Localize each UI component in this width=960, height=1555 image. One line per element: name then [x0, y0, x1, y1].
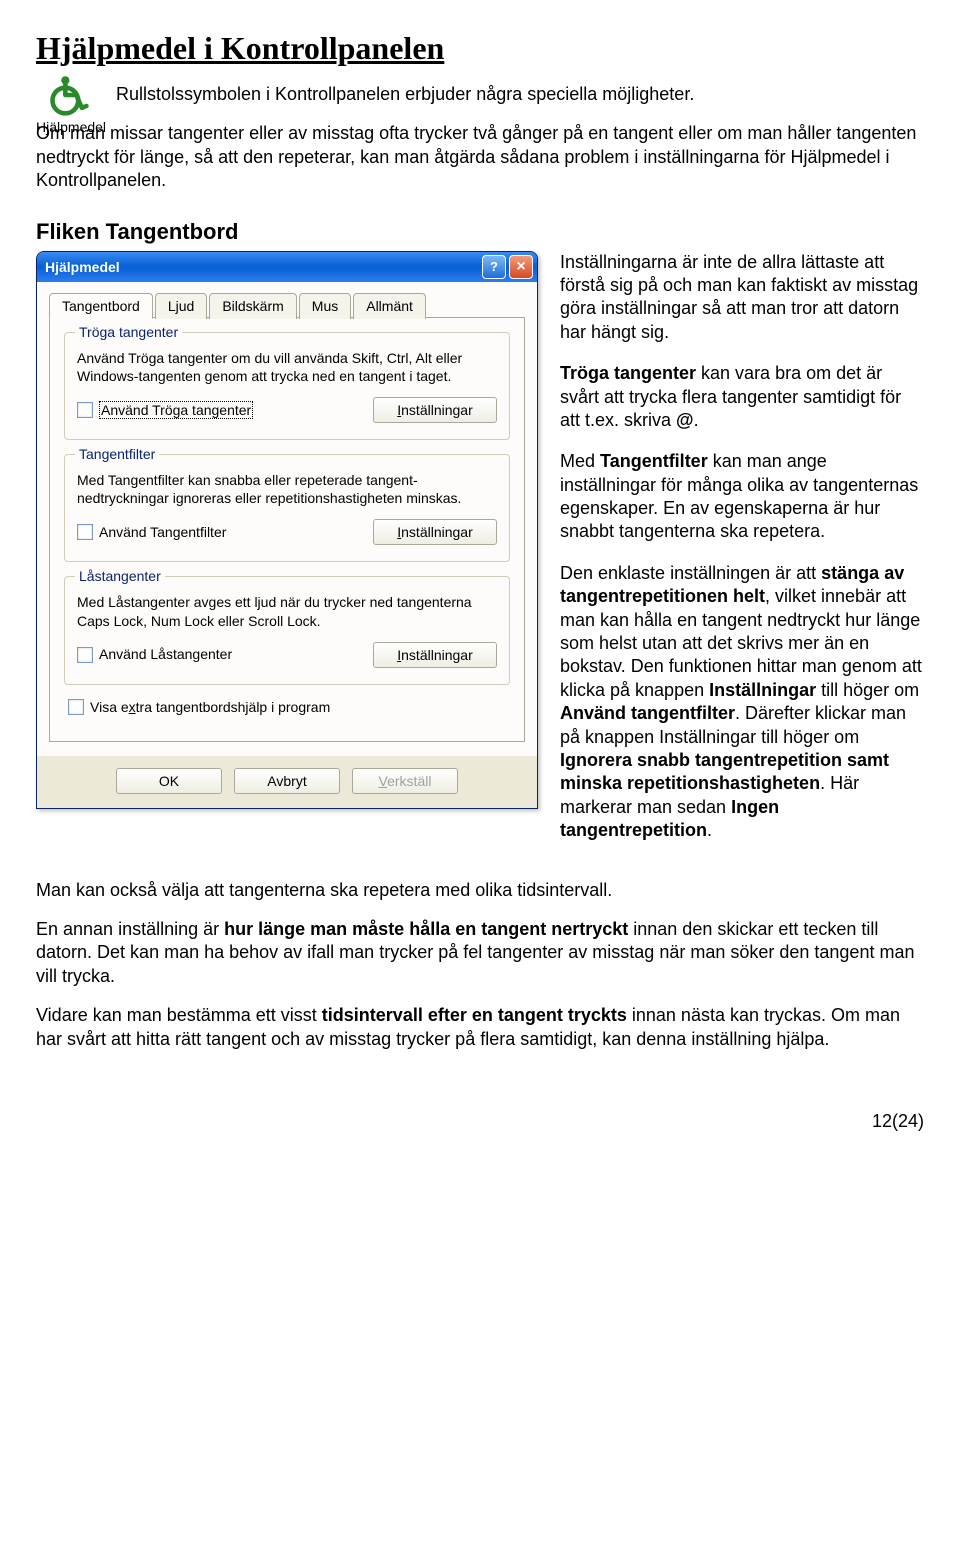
wheelchair-icon: [47, 73, 91, 117]
dialog-tabs: Tangentbord Ljud Bildskärm Mus Allmänt: [49, 292, 525, 318]
checkbox-icon: [77, 524, 93, 540]
tab-bildskarm[interactable]: Bildskärm: [209, 293, 296, 319]
tab-ljud[interactable]: Ljud: [155, 293, 207, 319]
page-title: Hjälpmedel i Kontrollpanelen: [36, 30, 924, 67]
checkbox-label: Använd Tangentfilter: [99, 524, 226, 541]
intro-section: Hjälpmedel Rullstolssymbolen i Kontrollp…: [36, 73, 924, 209]
group-title: Tröga tangenter: [75, 324, 182, 340]
dialog-button-row: OK Avbryt Verkställ: [37, 756, 537, 808]
group-troga-tangenter: Tröga tangenter Använd Tröga tangenter o…: [64, 332, 510, 440]
tab-allmant[interactable]: Allmänt: [353, 293, 426, 319]
cancel-button[interactable]: Avbryt: [234, 768, 340, 794]
apply-button[interactable]: Verkställ: [352, 768, 458, 794]
side-text-column: Inställningarna är inte de allra lättast…: [560, 251, 924, 861]
checkbox-troga-tangenter[interactable]: Använd Tröga tangenter: [77, 401, 253, 419]
accessibility-dialog: Hjälpmedel ? × Tangentbord Ljud Bildskär…: [36, 251, 538, 809]
checkbox-icon: [77, 402, 93, 418]
group-desc: Använd Tröga tangenter om du vill använd…: [77, 349, 497, 385]
dialog-titlebar: Hjälpmedel ? ×: [37, 252, 537, 282]
group-desc: Med Tangentfilter kan snabba eller repet…: [77, 471, 497, 507]
side-p3: Med Tangentfilter kan man ange inställni…: [560, 450, 924, 544]
group-title: Låstangenter: [75, 568, 165, 584]
tab-panel-tangentbord: Tröga tangenter Använd Tröga tangenter o…: [49, 317, 525, 742]
tab-tangentbord[interactable]: Tangentbord: [49, 293, 153, 319]
help-button[interactable]: ?: [482, 255, 506, 279]
checkbox-lastangenter[interactable]: Använd Låstangenter: [77, 646, 232, 663]
settings-button-filter[interactable]: Inställningar: [373, 519, 497, 545]
ok-button[interactable]: OK: [116, 768, 222, 794]
checkbox-tangentfilter[interactable]: Använd Tangentfilter: [77, 524, 226, 541]
group-lastangenter: Låstangenter Med Låstangenter avges ett …: [64, 576, 510, 684]
settings-button-troga[interactable]: Inställningar: [373, 397, 497, 423]
checkbox-label: Använd Låstangenter: [99, 646, 232, 663]
group-title: Tangentfilter: [75, 446, 159, 462]
checkbox-icon: [77, 647, 93, 663]
after-p1: Man kan också välja att tangenterna ska …: [36, 879, 924, 902]
group-desc: Med Låstangenter avges ett ljud när du t…: [77, 593, 497, 629]
after-p3: Vidare kan man bestämma ett visst tidsin…: [36, 1004, 924, 1051]
side-p1: Inställningarna är inte de allra lättast…: [560, 251, 924, 345]
checkbox-extra-help[interactable]: Visa extra tangentbordshjälp i program: [68, 699, 510, 715]
after-p2: En annan inställning är hur länge man må…: [36, 918, 924, 988]
group-tangentfilter: Tangentfilter Med Tangentfilter kan snab…: [64, 454, 510, 562]
intro-line-2: Om man missar tangenter eller av misstag…: [36, 122, 924, 192]
checkbox-icon: [68, 699, 84, 715]
checkbox-label: Använd Tröga tangenter: [99, 401, 253, 419]
close-button[interactable]: ×: [509, 255, 533, 279]
settings-button-las[interactable]: Inställningar: [373, 642, 497, 668]
page-number: 12(24): [36, 1111, 924, 1132]
side-p4: Den enklaste inställningen är att stänga…: [560, 562, 924, 843]
tab-mus[interactable]: Mus: [299, 293, 351, 319]
side-p2: Tröga tangenter kan vara bra om det är s…: [560, 362, 924, 432]
intro-line-1: Rullstolssymbolen i Kontrollpanelen erbj…: [116, 83, 924, 106]
section-heading: Fliken Tangentbord: [36, 219, 924, 245]
dialog-title: Hjälpmedel: [45, 259, 120, 275]
checkbox-label: Visa extra tangentbordshjälp i program: [90, 699, 330, 715]
